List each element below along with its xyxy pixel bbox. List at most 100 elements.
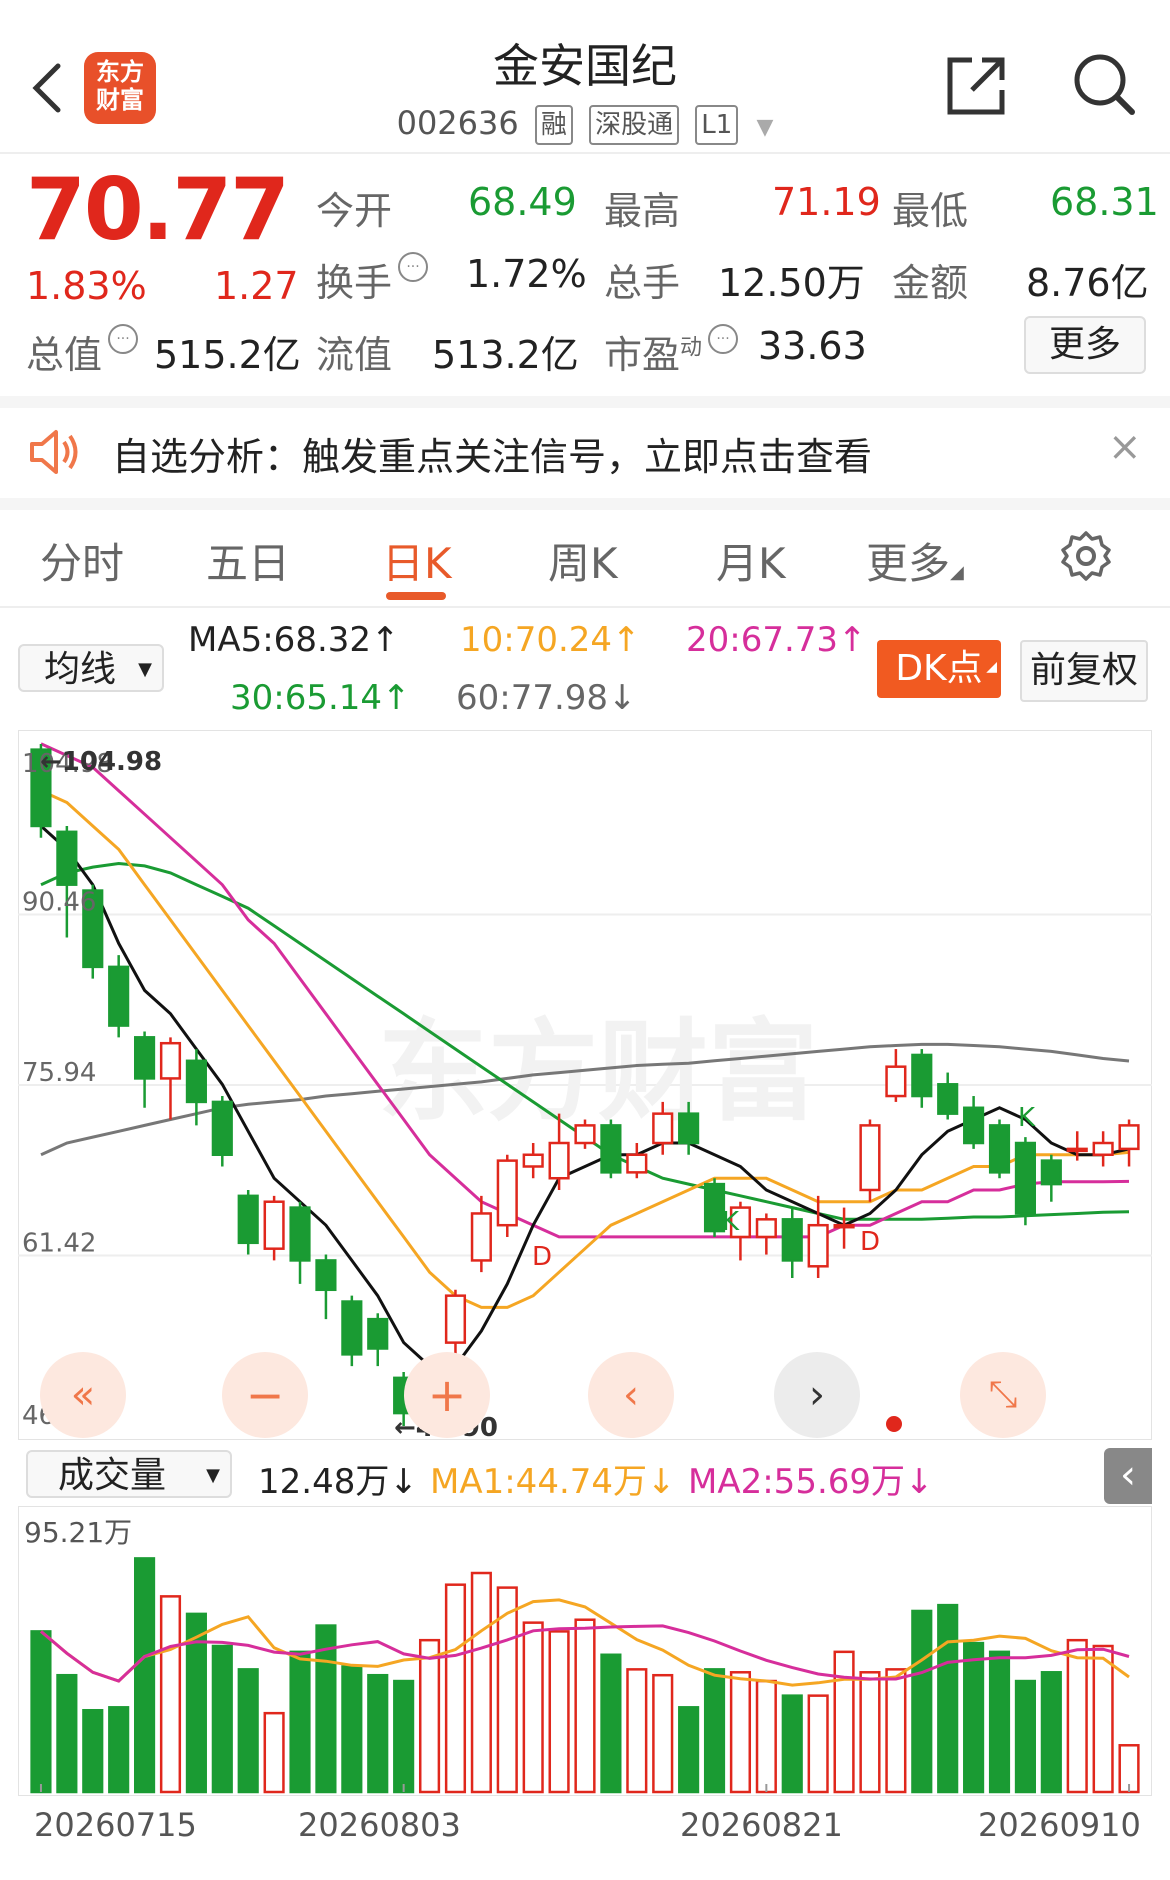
float-label: 流值 — [316, 333, 393, 377]
volume-bar — [211, 1644, 233, 1794]
change-amount: 1.27 — [214, 264, 299, 308]
gap — [0, 498, 1170, 510]
stock-code: 002636 — [396, 104, 519, 142]
ma5-value: MA5:68.32↑ — [188, 620, 400, 660]
tab-weekly-k[interactable]: 周K — [548, 530, 618, 591]
ma-select[interactable]: 均线 ▼ — [18, 644, 164, 692]
volume-bar — [988, 1650, 1011, 1794]
last-price: 70.77 — [26, 160, 290, 260]
volume-bar — [30, 1630, 52, 1794]
open-value: 68.49 — [468, 180, 577, 224]
expand-icon[interactable]: ⤡ — [960, 1352, 1046, 1438]
tag-level: L1 — [695, 105, 739, 145]
volume-ma1: MA1:44.74万↓ — [430, 1462, 676, 1502]
volume-bar — [626, 1668, 648, 1794]
gear-icon — [1061, 531, 1111, 581]
volume-bar — [263, 1711, 285, 1794]
candlestick — [988, 1119, 1011, 1179]
volume-bar — [1092, 1644, 1114, 1794]
candlestick — [341, 1295, 363, 1367]
volume-value: 12.50万 — [718, 261, 865, 305]
change-percent: 1.83% — [26, 264, 147, 308]
volume-bar — [652, 1673, 674, 1794]
volume-bar — [444, 1583, 467, 1794]
volume-bar — [678, 1706, 700, 1794]
notice-text[interactable]: 自选分析：触发重点关注信号，立即点击查看 — [112, 426, 872, 481]
volume-ma2: MA2:55.69万↓ — [688, 1462, 934, 1502]
share-button[interactable] — [944, 54, 1008, 118]
search-icon — [1074, 54, 1135, 115]
ma60-value: 60:77.98↓ — [456, 678, 637, 718]
volume-bar — [82, 1708, 104, 1794]
volume-bar — [833, 1650, 855, 1794]
volume-bar — [781, 1694, 803, 1794]
volume-chart[interactable]: 95.21万 — [18, 1506, 1152, 1796]
volume-bar — [574, 1618, 596, 1794]
signal-k-mark: K — [722, 1207, 740, 1237]
signal-d-mark: D — [860, 1227, 880, 1257]
info-icon[interactable]: ··· — [398, 252, 429, 282]
volume-bar — [418, 1638, 441, 1794]
zoom-out-button[interactable]: − — [222, 1352, 308, 1438]
adjust-button[interactable]: 前复权 — [1020, 640, 1148, 702]
more-button[interactable]: 更多 — [1024, 316, 1146, 374]
volume-indicator-select[interactable]: 成交量 ▼ — [26, 1450, 232, 1498]
ma20-value: 20:67.73↑ — [686, 620, 867, 660]
collapse-panel-button[interactable]: ‹ — [1104, 1448, 1152, 1504]
date-label: 20260803 — [298, 1806, 461, 1844]
volume-bar — [341, 1665, 363, 1794]
caret-down-icon[interactable]: ▼ — [756, 115, 773, 140]
amount-value: 8.76亿 — [1026, 261, 1149, 305]
float-value: 513.2亿 — [432, 333, 579, 377]
kline-chart[interactable]: 东方财富 104.9890.4675.9461.4246.90 ←104.98 … — [18, 730, 1152, 1440]
zoom-in-button[interactable]: + — [404, 1352, 490, 1438]
candlestick — [600, 1119, 622, 1179]
tab-underline — [386, 592, 446, 600]
candlestick — [1014, 1137, 1036, 1226]
signal-k-mark: K — [1018, 1103, 1036, 1133]
info-icon[interactable]: ··· — [708, 324, 739, 354]
mktcap-value: 515.2亿 — [154, 333, 301, 377]
y-tick-label: 75.94 — [22, 1058, 96, 1088]
low-label: 最低 — [892, 189, 969, 233]
candlestick — [108, 955, 130, 1038]
volume-bar — [548, 1630, 570, 1794]
candlestick — [496, 1154, 518, 1237]
amount-label: 金额 — [892, 261, 969, 305]
caret-down-icon: ▼ — [206, 1465, 220, 1486]
close-icon[interactable]: × — [1108, 424, 1142, 470]
pe-value: 33.63 — [758, 324, 867, 368]
tab-daily-k[interactable]: 日K — [382, 530, 452, 591]
volume-bar — [159, 1595, 182, 1794]
volume-bar — [522, 1621, 544, 1794]
volume-bar — [289, 1650, 311, 1794]
date-label: 20260821 — [680, 1806, 843, 1844]
volume-bar — [859, 1671, 881, 1794]
share-icon — [947, 57, 1005, 115]
pe-label: 市盈动 ··· — [604, 324, 739, 379]
info-icon[interactable]: ··· — [108, 324, 139, 354]
scroll-right-button[interactable]: › — [774, 1352, 860, 1438]
volume-bar — [393, 1679, 415, 1794]
tab-intraday[interactable]: 分时 — [40, 530, 124, 591]
volume-bar — [937, 1603, 959, 1794]
volume-bar — [729, 1671, 752, 1794]
high-label: 最高 — [604, 189, 681, 233]
volume-bar — [600, 1653, 622, 1794]
volume-bar — [134, 1557, 156, 1794]
volume-bar — [703, 1668, 726, 1794]
volume-label: 总手 — [604, 261, 681, 305]
dk-button[interactable]: DK点 ◢ — [877, 640, 1001, 698]
volume-bar — [237, 1668, 259, 1794]
tab-five-day[interactable]: 五日 — [206, 530, 290, 591]
settings-button[interactable] — [1060, 530, 1112, 582]
tab-monthly-k[interactable]: 月K — [716, 530, 786, 591]
volume-bar — [1014, 1679, 1036, 1794]
search-button[interactable] — [1070, 50, 1138, 118]
scroll-left-button[interactable]: ‹ — [588, 1352, 674, 1438]
volume-bar — [470, 1571, 492, 1794]
ma30-value: 30:65.14↑ — [230, 678, 411, 718]
turnover-value: 1.72% — [466, 252, 587, 296]
rewind-button[interactable]: « — [40, 1352, 126, 1438]
tab-more[interactable]: 更多◢ — [866, 530, 964, 591]
